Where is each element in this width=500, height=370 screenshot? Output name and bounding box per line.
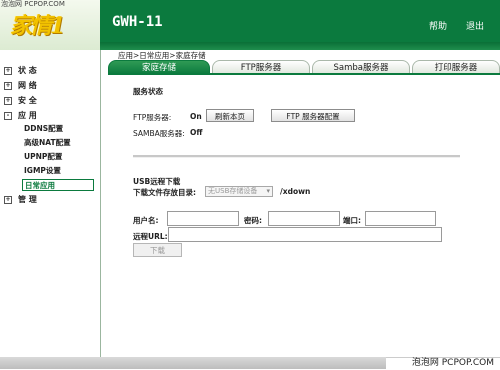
help-link[interactable]: 帮助 xyxy=(429,19,447,32)
sidebar-subitem-advanced-nat[interactable]: 高级NAT配置 xyxy=(24,137,71,149)
section-divider xyxy=(133,155,460,158)
watermark-bottom: 泡泡网 PCPOP.COM xyxy=(411,358,494,368)
brand-logo: 家情1 xyxy=(10,13,65,39)
sidebar-subitem-ddns[interactable]: DDNS配置 xyxy=(24,123,63,135)
device-model: GWH-11 xyxy=(112,14,163,30)
header-bar: GWH-11 帮助 退出 xyxy=(100,0,500,50)
logout-link[interactable]: 退出 xyxy=(466,19,484,32)
watermark-top: 泡泡网 PCPOP.COM xyxy=(1,0,65,8)
ftp-config-button[interactable]: FTP 服务器配置 xyxy=(271,109,355,122)
save-dir-selected-value: 无USB存储设备 xyxy=(208,187,258,195)
tab-bar: 家庭存储 FTP服务器 Samba服务器 打印服务器 xyxy=(108,60,500,74)
sidebar-subitem-upnp[interactable]: UPNP配置 xyxy=(24,151,62,163)
expand-icon: + xyxy=(4,96,12,105)
refresh-button[interactable]: 刷新本页 xyxy=(206,109,254,122)
sidebar-item-label: 应 用 xyxy=(18,111,37,120)
expand-icon: + xyxy=(4,66,12,75)
collapse-icon: - xyxy=(4,111,12,120)
expand-icon: + xyxy=(4,195,12,204)
password-input[interactable] xyxy=(268,211,340,226)
sidebar-item-security[interactable]: + 安 全 xyxy=(4,95,37,107)
expand-icon: + xyxy=(4,81,12,90)
sidebar-item-label: 安 全 xyxy=(18,96,37,105)
ftp-server-label: FTP服务器: xyxy=(133,113,172,122)
sidebar-subitem-igmp[interactable]: IGMP设置 xyxy=(24,165,61,177)
tab-print-server[interactable]: 打印服务器 xyxy=(412,60,500,74)
save-dir-select[interactable]: 无USB存储设备 ▾ xyxy=(205,186,273,197)
service-status-heading: 服务状态 xyxy=(133,87,163,96)
remote-url-input[interactable] xyxy=(168,227,442,242)
username-input[interactable] xyxy=(167,211,239,226)
samba-server-status: Off xyxy=(190,128,203,137)
samba-server-label: SAMBA服务器: xyxy=(133,129,185,138)
username-label: 用户名: xyxy=(133,216,159,225)
horizontal-scrollbar[interactable] xyxy=(0,357,386,369)
sidebar-item-label: 管 理 xyxy=(18,195,37,204)
tab-samba-server[interactable]: Samba服务器 xyxy=(312,60,410,74)
tab-home-storage[interactable]: 家庭存储 xyxy=(108,60,210,74)
password-label: 密码: xyxy=(244,216,262,225)
sidebar-item-label: 状 态 xyxy=(18,66,37,75)
usb-download-heading: USB远程下载 xyxy=(133,177,181,186)
save-dir-label: 下载文件存放目录: xyxy=(133,188,196,197)
sidebar-item-management[interactable]: + 管 理 xyxy=(4,194,37,206)
remote-url-label: 远程URL: xyxy=(133,232,168,241)
sidebar-subitem-daily-apps[interactable]: 日常应用 xyxy=(22,179,94,191)
sidebar-item-network[interactable]: + 网 络 xyxy=(4,80,37,92)
tab-underline xyxy=(108,73,500,75)
port-label: 端口: xyxy=(343,216,361,225)
download-button[interactable]: 下载 xyxy=(133,243,182,257)
chevron-down-icon: ▾ xyxy=(266,187,270,195)
port-input[interactable] xyxy=(365,211,436,226)
ftp-server-status: On xyxy=(190,112,202,121)
tab-ftp-server[interactable]: FTP服务器 xyxy=(212,60,310,74)
save-dir-suffix: /xdown xyxy=(280,187,311,196)
sidebar-item-status[interactable]: + 状 态 xyxy=(4,65,37,77)
sidebar-item-applications[interactable]: -应 用 xyxy=(4,110,37,122)
sidebar-item-label: 网 络 xyxy=(18,81,37,90)
